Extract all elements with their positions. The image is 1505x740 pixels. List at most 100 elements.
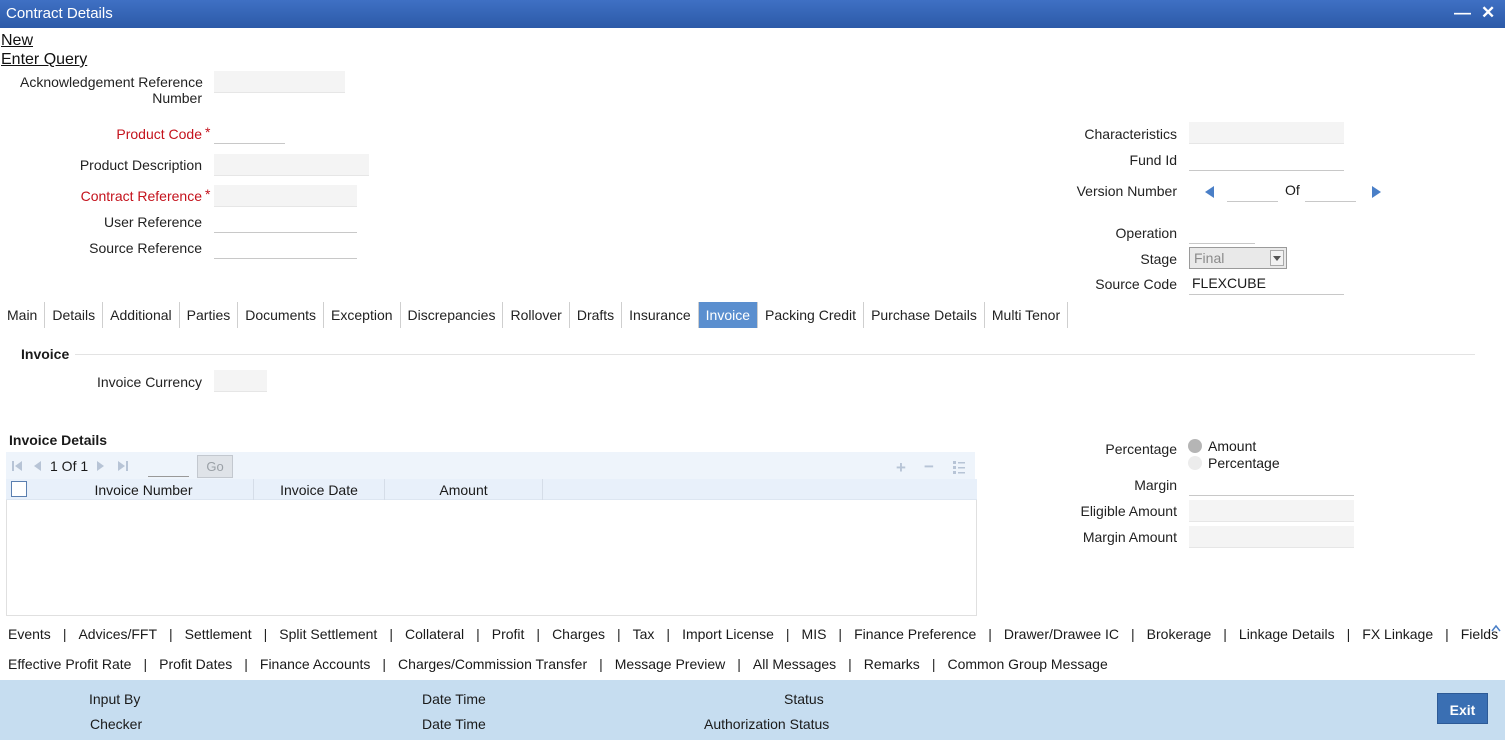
next-version-icon[interactable] bbox=[1368, 182, 1384, 202]
link-separator: | bbox=[62, 626, 67, 642]
stage-select[interactable]: Final bbox=[1189, 247, 1287, 269]
link-all-messages[interactable]: All Messages bbox=[753, 656, 836, 672]
link-charges-commission-transfer[interactable]: Charges/Commission Transfer bbox=[398, 656, 587, 672]
characteristics-field[interactable] bbox=[1189, 122, 1344, 144]
link-finance-preference[interactable]: Finance Preference bbox=[854, 626, 976, 642]
operation-label: Operation bbox=[1115, 225, 1177, 241]
checker-date-time-label: Date Time bbox=[422, 716, 486, 732]
tab-drafts[interactable]: Drafts bbox=[570, 302, 623, 328]
link-separator: | bbox=[1346, 626, 1351, 642]
product-description-field[interactable] bbox=[214, 154, 369, 176]
single-view-icon[interactable] bbox=[952, 460, 966, 477]
link-linkage-details[interactable]: Linkage Details bbox=[1239, 626, 1335, 642]
amount-radio[interactable] bbox=[1188, 439, 1202, 453]
link-separator: | bbox=[263, 626, 268, 642]
fund-id-field[interactable] bbox=[1189, 149, 1344, 171]
version-total-field[interactable] bbox=[1305, 180, 1356, 202]
input-by-label: Input By bbox=[89, 691, 141, 707]
invoice-grid-body bbox=[6, 500, 977, 616]
tab-documents[interactable]: Documents bbox=[238, 302, 325, 328]
tab-exception[interactable]: Exception bbox=[324, 302, 401, 328]
user-reference-label: User Reference bbox=[103, 214, 202, 230]
previous-version-icon[interactable] bbox=[1202, 182, 1218, 202]
link-events[interactable]: Events bbox=[8, 626, 51, 642]
tab-details[interactable]: Details bbox=[45, 302, 104, 328]
window-title: Contract Details bbox=[6, 5, 113, 22]
tab-multi-tenor[interactable]: Multi Tenor bbox=[985, 302, 1069, 328]
link-drawer-drawee-ic[interactable]: Drawer/Drawee IC bbox=[1004, 626, 1119, 642]
chevron-down-icon bbox=[1270, 250, 1284, 266]
tab-packing-credit[interactable]: Packing Credit bbox=[758, 302, 865, 328]
close-icon[interactable]: ✕ bbox=[1481, 4, 1495, 22]
subsystem-links: Events | Advices/FFT | Settlement | Split Sett… bbox=[0, 616, 1505, 680]
margin-amount-label: Margin Amount bbox=[1082, 529, 1177, 545]
pager-text: 1 Of 1 bbox=[50, 458, 89, 474]
link-message-preview[interactable]: Message Preview bbox=[615, 656, 726, 672]
column-invoice-date: Invoice Date bbox=[254, 479, 385, 500]
page-number-field[interactable] bbox=[148, 455, 189, 477]
tab-discrepancies[interactable]: Discrepancies bbox=[401, 302, 504, 328]
tab-parties[interactable]: Parties bbox=[180, 302, 239, 328]
link-profit[interactable]: Profit bbox=[492, 626, 525, 642]
link-effective-profit-rate[interactable]: Effective Profit Rate bbox=[8, 656, 131, 672]
eligible-amount-field[interactable] bbox=[1189, 500, 1354, 522]
link-mis[interactable]: MIS bbox=[802, 626, 827, 642]
tab-main[interactable]: Main bbox=[0, 302, 46, 328]
user-reference-field[interactable] bbox=[214, 211, 357, 233]
first-page-icon[interactable] bbox=[10, 459, 24, 476]
link-charges[interactable]: Charges bbox=[552, 626, 605, 642]
link-import-license[interactable]: Import License bbox=[682, 626, 774, 642]
link-separator: | bbox=[382, 656, 387, 672]
link-split-settlement[interactable]: Split Settlement bbox=[279, 626, 377, 642]
link-brokerage[interactable]: Brokerage bbox=[1147, 626, 1212, 642]
link-profit-dates[interactable]: Profit Dates bbox=[159, 656, 232, 672]
link-separator: | bbox=[536, 626, 541, 642]
source-code-field[interactable]: FLEXCUBE bbox=[1189, 273, 1344, 295]
previous-page-icon[interactable] bbox=[30, 459, 44, 476]
link-separator: | bbox=[389, 626, 393, 642]
status-label: Status bbox=[784, 691, 824, 707]
link-fx-linkage[interactable]: FX Linkage bbox=[1362, 626, 1433, 642]
link-tax[interactable]: Tax bbox=[633, 626, 655, 642]
product-code-field[interactable] bbox=[214, 122, 285, 144]
invoice-grid-header: Invoice Number Invoice Date Amount bbox=[6, 479, 977, 500]
next-page-icon[interactable] bbox=[94, 459, 108, 476]
tab-purchase-details[interactable]: Purchase Details bbox=[864, 302, 985, 328]
margin-field[interactable] bbox=[1189, 474, 1354, 496]
tab-invoice[interactable]: Invoice bbox=[698, 302, 759, 328]
checker-label: Checker bbox=[90, 716, 143, 732]
tab-additional[interactable]: Additional bbox=[103, 302, 180, 328]
select-all-checkbox[interactable] bbox=[11, 481, 27, 497]
operation-field[interactable] bbox=[1189, 222, 1255, 244]
link-common-group-message[interactable]: Common Group Message bbox=[947, 656, 1107, 672]
source-reference-field[interactable] bbox=[214, 237, 357, 259]
subsystem-links-row-2: Effective Profit Rate | Profit Dates | Finan… bbox=[8, 656, 1108, 672]
contract-reference-field[interactable] bbox=[214, 185, 357, 207]
ack-ref-field[interactable] bbox=[214, 71, 345, 93]
link-separator: | bbox=[988, 626, 992, 642]
go-button[interactable]: Go bbox=[197, 455, 233, 478]
amount-radio-label: Amount bbox=[1208, 438, 1257, 454]
link-remarks[interactable]: Remarks bbox=[864, 656, 920, 672]
link-finance-accounts[interactable]: Finance Accounts bbox=[260, 656, 371, 672]
link-separator: | bbox=[1131, 626, 1135, 642]
link-separator: | bbox=[737, 656, 741, 672]
margin-amount-field[interactable] bbox=[1189, 526, 1354, 548]
link-advices-fft[interactable]: Advices/FFT bbox=[78, 626, 157, 642]
new-link[interactable]: New bbox=[1, 32, 33, 50]
collapse-icon[interactable] bbox=[1490, 620, 1502, 636]
invoice-currency-field[interactable] bbox=[214, 370, 267, 392]
tab-rollover[interactable]: Rollover bbox=[503, 302, 570, 328]
add-row-icon[interactable]: + bbox=[896, 458, 906, 478]
exit-button[interactable]: Exit bbox=[1437, 693, 1488, 724]
link-settlement[interactable]: Settlement bbox=[185, 626, 252, 642]
version-number-field[interactable] bbox=[1227, 180, 1278, 202]
last-page-icon[interactable] bbox=[116, 459, 130, 476]
tab-insurance[interactable]: Insurance bbox=[622, 302, 699, 328]
link-separator: | bbox=[931, 656, 936, 672]
link-collateral[interactable]: Collateral bbox=[405, 626, 464, 642]
delete-row-icon[interactable]: − bbox=[924, 457, 934, 477]
minimize-icon[interactable]: — bbox=[1454, 4, 1471, 22]
percentage-radio[interactable] bbox=[1188, 456, 1202, 470]
enter-query-link[interactable]: Enter Query bbox=[1, 51, 87, 69]
